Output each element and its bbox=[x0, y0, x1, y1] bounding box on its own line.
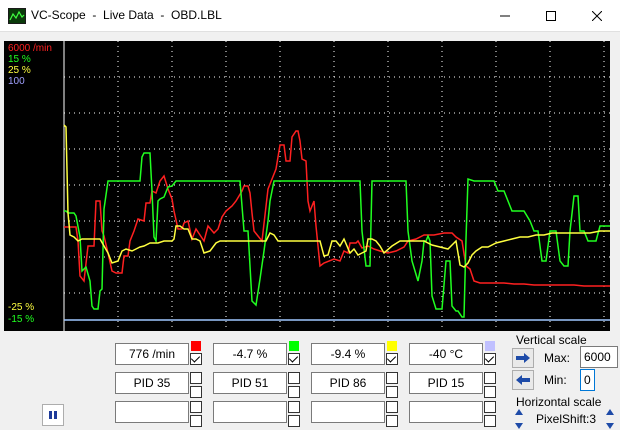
channel-2-color-swatch[interactable] bbox=[289, 341, 299, 351]
spinner-up-icon bbox=[606, 409, 614, 415]
control-panel: 776 /min PID 35 -4.7 % PID 51 -9.4 % PID… bbox=[0, 331, 620, 430]
channel-1-pid[interactable]: PID 35 bbox=[115, 372, 189, 394]
pause-icon bbox=[49, 411, 57, 419]
min-input[interactable]: 0 bbox=[580, 369, 595, 391]
pause-button[interactable] bbox=[42, 404, 64, 426]
channel-4-extra2-checkbox[interactable] bbox=[484, 415, 496, 427]
pixelshift-label: PixelShift:3 bbox=[536, 412, 597, 426]
scale-left-button[interactable] bbox=[512, 370, 534, 390]
channel-3-option2-checkbox[interactable] bbox=[386, 386, 398, 398]
close-button[interactable] bbox=[574, 0, 620, 32]
channel-2-option2-checkbox[interactable] bbox=[288, 386, 300, 398]
maximize-button[interactable] bbox=[528, 0, 574, 32]
channel-1-option-checkbox[interactable] bbox=[190, 372, 202, 384]
channel-2-extra-field[interactable] bbox=[213, 401, 287, 423]
channel-2-extra-checkbox[interactable] bbox=[288, 401, 300, 413]
scope-grid bbox=[63, 41, 610, 331]
channel-3-visible-checkbox[interactable] bbox=[386, 353, 398, 365]
channel-1-extra-checkbox[interactable] bbox=[190, 401, 202, 413]
channel-2-extra2-checkbox[interactable] bbox=[288, 415, 300, 427]
channel-1-value: 776 /min bbox=[115, 343, 189, 365]
channel-1-color-swatch[interactable] bbox=[191, 341, 201, 351]
window-title: VC-Scope - Live Data - OBD.LBL bbox=[31, 8, 222, 22]
scale-right-button[interactable] bbox=[512, 348, 534, 368]
channel-4-color-swatch[interactable] bbox=[485, 341, 495, 351]
channel-2-option-checkbox[interactable] bbox=[288, 372, 300, 384]
channel-3-pid[interactable]: PID 86 bbox=[311, 372, 385, 394]
app-icon bbox=[8, 8, 26, 24]
trace-yellow bbox=[63, 124, 610, 268]
spinner-down-icon bbox=[515, 423, 523, 429]
scale-label-blue-top: 100 bbox=[8, 76, 25, 87]
trace-green bbox=[64, 152, 610, 318]
minimize-button[interactable] bbox=[482, 0, 528, 32]
close-icon bbox=[592, 11, 602, 21]
channel-2-visible-checkbox[interactable] bbox=[288, 353, 300, 365]
channel-4-visible-checkbox[interactable] bbox=[484, 353, 496, 365]
arrow-right-icon bbox=[516, 353, 530, 363]
channel-4-extra-field[interactable] bbox=[409, 401, 483, 423]
channel-1-visible-checkbox[interactable] bbox=[190, 353, 202, 365]
max-label: Max: bbox=[544, 351, 571, 365]
channel-1-extra2-checkbox[interactable] bbox=[190, 415, 202, 427]
minimize-icon bbox=[500, 15, 510, 17]
channel-2-pid[interactable]: PID 51 bbox=[213, 372, 287, 394]
scale-label-rpm: 6000 /min bbox=[8, 43, 52, 54]
channel-3-option-checkbox[interactable] bbox=[386, 372, 398, 384]
channel-4-option2-checkbox[interactable] bbox=[484, 386, 496, 398]
channel-2-value: -4.7 % bbox=[213, 343, 287, 365]
channel-1-option2-checkbox[interactable] bbox=[190, 386, 202, 398]
channel-4-option-checkbox[interactable] bbox=[484, 372, 496, 384]
channel-3-extra-field[interactable] bbox=[311, 401, 385, 423]
channel-4-value: -40 °C bbox=[409, 343, 483, 365]
channel-3-color-swatch[interactable] bbox=[387, 341, 397, 351]
channel-4-pid[interactable]: PID 15 bbox=[409, 372, 483, 394]
scale-label-green-top: 15 % bbox=[8, 54, 31, 65]
arrow-left-icon bbox=[516, 375, 530, 385]
scale-label-yellow-top: 25 % bbox=[8, 65, 31, 76]
pixelshift-right-spinner[interactable] bbox=[605, 409, 615, 429]
scale-label-green-bottom: -15 % bbox=[8, 314, 34, 325]
channel-3-value: -9.4 % bbox=[311, 343, 385, 365]
channel-3-extra-checkbox[interactable] bbox=[386, 401, 398, 413]
scope-display: 6000 /min 15 % 25 % 100 -25 % -15 % bbox=[4, 41, 610, 331]
trace-red bbox=[64, 130, 610, 287]
pixelshift-left-spinner[interactable] bbox=[514, 409, 524, 429]
channel-3-extra2-checkbox[interactable] bbox=[386, 415, 398, 427]
min-label: Min: bbox=[544, 373, 567, 387]
channel-4-extra-checkbox[interactable] bbox=[484, 401, 496, 413]
scale-label-yellow-bottom: -25 % bbox=[8, 302, 34, 313]
spinner-up-icon bbox=[515, 409, 523, 415]
horizontal-scale-heading: Horizontal scale bbox=[516, 395, 602, 409]
channel-1-extra-field[interactable] bbox=[115, 401, 189, 423]
vertical-scale-heading: Vertical scale bbox=[516, 333, 587, 347]
max-input[interactable]: 6000 bbox=[580, 346, 618, 368]
title-bar: VC-Scope - Live Data - OBD.LBL bbox=[0, 0, 620, 32]
maximize-icon bbox=[546, 11, 556, 21]
scope-canvas: 6000 /min 15 % 25 % 100 -25 % -15 % bbox=[8, 41, 610, 331]
spinner-down-icon bbox=[606, 423, 614, 429]
